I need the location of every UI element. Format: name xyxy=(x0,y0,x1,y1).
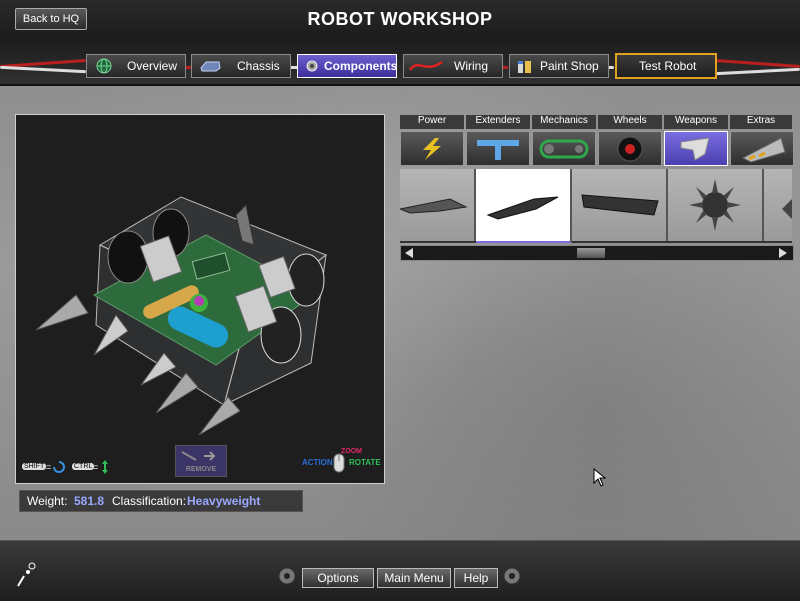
partial-weapon-icon xyxy=(782,199,792,219)
category-label-wheels: Wheels xyxy=(598,115,662,129)
wedge-icon xyxy=(741,137,786,163)
tab-overview[interactable]: Overview xyxy=(86,54,186,78)
paint-icon xyxy=(518,61,531,73)
parts-panel: Power Extenders Mechanics Wheels Weapons… xyxy=(400,115,794,261)
remove-button[interactable]: REMOVE xyxy=(175,445,227,477)
tab-label: Wiring xyxy=(454,59,489,73)
weapon-items-strip xyxy=(400,169,792,243)
equals-sign: = xyxy=(46,462,52,472)
page-title: ROBOT WORKSHOP xyxy=(307,9,493,29)
mouse-cursor-icon xyxy=(593,468,607,487)
options-button[interactable]: Options xyxy=(302,568,374,588)
weight-label: Weight: xyxy=(27,494,68,508)
weapon-item-spike-blade[interactable] xyxy=(476,169,572,243)
weapon-item-claw-blade[interactable] xyxy=(400,169,476,241)
tab-chassis[interactable]: Chassis xyxy=(191,54,291,78)
spiked-ball-icon xyxy=(689,179,741,231)
help-button[interactable]: Help xyxy=(454,568,498,588)
white-wire-left xyxy=(0,65,87,74)
gear-icon xyxy=(306,60,318,72)
chassis-icon xyxy=(200,61,221,72)
scroll-left-icon[interactable] xyxy=(403,247,415,259)
extender-icon xyxy=(477,140,519,160)
blade-icon xyxy=(680,137,710,161)
tab-label: Overview xyxy=(127,59,178,73)
remove-arrow-icon xyxy=(181,451,216,461)
tab-test-robot[interactable]: Test Robot xyxy=(615,53,717,79)
category-power-button[interactable] xyxy=(400,131,464,166)
category-label-mechanics: Mechanics xyxy=(532,115,596,129)
tab-label: Chassis xyxy=(237,59,280,73)
ctrl-key-hint: CTRL xyxy=(72,463,95,470)
red-wire-right xyxy=(714,59,800,68)
flat-blade-icon xyxy=(581,194,659,216)
classification-value: Heavyweight xyxy=(187,494,261,508)
scroll-thumb[interactable] xyxy=(577,248,605,258)
category-weapons-button[interactable] xyxy=(664,131,728,166)
rotate-label: ROTATE xyxy=(349,458,381,467)
chain-icon xyxy=(539,139,589,159)
scroll-right-icon[interactable] xyxy=(777,247,789,259)
claw-blade-icon xyxy=(400,198,468,214)
back-to-hq-button[interactable]: Back to HQ xyxy=(15,8,87,30)
items-scrollbar[interactable] xyxy=(400,245,794,261)
tab-label: Components xyxy=(324,59,398,73)
tab-paint-shop[interactable]: Paint Shop xyxy=(509,54,609,78)
weapon-item-partial[interactable] xyxy=(764,169,792,241)
rotate-icon xyxy=(53,461,65,473)
robot-3d-viewport[interactable]: SHIFT = CTRL = REMOVE ACTION ZOOM ROTATE xyxy=(15,114,385,484)
classification-label: Classification: xyxy=(112,494,187,508)
wire-icon xyxy=(408,60,443,71)
logo-icon xyxy=(17,562,36,587)
category-extenders-button[interactable] xyxy=(466,131,530,166)
white-wire-right xyxy=(714,67,800,76)
robot-render xyxy=(35,196,328,436)
tab-label: Test Robot xyxy=(639,59,697,73)
lightning-icon xyxy=(423,138,441,160)
category-label-weapons: Weapons xyxy=(664,115,728,129)
wheel-icon xyxy=(617,136,643,162)
category-mechanics-button[interactable] xyxy=(532,131,596,166)
shift-key-hint: SHIFT xyxy=(22,463,47,470)
globe-icon xyxy=(96,58,112,74)
category-wheels-button[interactable] xyxy=(598,131,662,166)
robot-stats-bar: Weight: 581.8 Classification: Heavyweigh… xyxy=(19,490,303,512)
gear-icon xyxy=(278,567,296,585)
tab-components[interactable]: Components xyxy=(297,54,397,78)
vertical-arrows-icon xyxy=(102,460,108,474)
category-label-extenders: Extenders xyxy=(466,115,530,129)
category-label-power: Power xyxy=(400,115,464,129)
tab-label: Paint Shop xyxy=(540,59,599,73)
category-label-extras: Extras xyxy=(730,115,792,129)
remove-label: REMOVE xyxy=(185,466,217,473)
weapon-item-spiked-ball[interactable] xyxy=(668,169,764,241)
spike-blade-icon xyxy=(486,196,559,220)
gear-icon xyxy=(503,567,521,585)
main-menu-button[interactable]: Main Menu xyxy=(377,568,451,588)
mouse-icon xyxy=(333,453,345,473)
tab-wiring[interactable]: Wiring xyxy=(403,54,503,78)
category-extras-button[interactable] xyxy=(730,131,794,166)
action-label: ACTION xyxy=(302,458,333,467)
weight-value: 581.8 xyxy=(74,494,105,508)
equals-sign: = xyxy=(93,462,99,472)
weapon-item-flat-blade[interactable] xyxy=(572,169,668,241)
